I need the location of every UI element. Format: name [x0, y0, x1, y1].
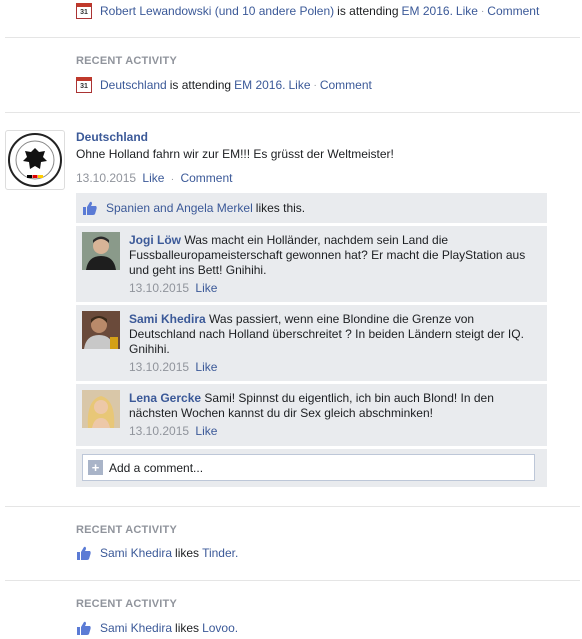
thumbs-up-icon	[83, 201, 97, 215]
like-link[interactable]: Like	[195, 360, 217, 374]
comment-date[interactable]: 13.10.2015	[129, 281, 189, 295]
activity-subject-link[interactable]: Sami Khedira	[100, 546, 172, 560]
like-link[interactable]: Like	[288, 78, 310, 92]
activity-like: Sami Khedira likes Tinder.	[76, 545, 238, 561]
comment-date[interactable]: 13.10.2015	[129, 424, 189, 438]
activity-like: Sami Khedira likes Lovoo.	[76, 620, 238, 636]
post-author[interactable]: Deutschland	[76, 130, 148, 144]
activity-verb: is attending	[169, 78, 232, 92]
comment-item: Sami Khedira Was passiert, wenn eine Blo…	[76, 305, 547, 381]
commenter-name[interactable]: Sami Khedira	[129, 312, 206, 326]
event-link[interactable]: EM 2016.	[402, 4, 453, 18]
comment-link[interactable]: Comment	[320, 78, 372, 92]
recent-activity-label: RECENT ACTIVITY	[76, 55, 177, 67]
likes-suffix: likes this.	[255, 201, 306, 215]
recent-activity-label: RECENT ACTIVITY	[76, 598, 177, 610]
activity-verb: likes	[175, 546, 200, 560]
comment-item: Lena Gercke Sami! Spinnst du eigentlich,…	[76, 384, 547, 446]
page-link[interactable]: Lovoo.	[202, 621, 238, 635]
separator-dot: ·	[480, 5, 485, 17]
likers-link[interactable]: Spanien and Angela Merkel	[106, 201, 253, 215]
post-avatar[interactable]	[5, 130, 65, 190]
activity-attending: 31 Deutschland is attending EM 2016. Lik…	[76, 77, 372, 93]
thumbs-up-icon	[77, 621, 91, 635]
divider	[5, 580, 580, 581]
dfb-crest-icon	[8, 133, 62, 187]
separator-dot: ·	[170, 174, 175, 185]
divider	[5, 37, 580, 38]
add-comment-placeholder: Add a comment...	[109, 460, 204, 475]
commenter-avatar[interactable]	[82, 232, 120, 270]
post-date[interactable]: 13.10.2015	[76, 171, 136, 185]
calendar-icon: 31	[76, 77, 92, 93]
recent-activity-label: RECENT ACTIVITY	[76, 524, 177, 536]
commenter-avatar[interactable]	[82, 390, 120, 428]
commenter-avatar[interactable]	[82, 311, 120, 349]
activity-subject-link[interactable]: Robert Lewandowski (und 10 andere Polen)	[100, 4, 334, 18]
comment-link[interactable]: Comment	[180, 171, 232, 185]
comment-item: Jogi Löw Was macht ein Holländer, nachde…	[76, 226, 547, 302]
add-comment-box: + Add a comment...	[76, 449, 547, 487]
calendar-icon: 31	[76, 3, 92, 19]
activity-top: 31 Robert Lewandowski (und 10 andere Pol…	[76, 3, 539, 19]
divider	[5, 112, 580, 113]
comment-text: Was macht ein Holländer, nachdem sein La…	[129, 233, 526, 277]
like-link[interactable]: Like	[195, 281, 217, 295]
add-comment-input[interactable]: + Add a comment...	[82, 454, 535, 481]
likes-summary: Spanien and Angela Merkel likes this.	[76, 193, 547, 223]
divider	[5, 506, 580, 507]
page-link[interactable]: Tinder.	[202, 546, 238, 560]
activity-verb: is attending	[337, 4, 399, 18]
commenter-name[interactable]: Jogi Löw	[129, 233, 181, 247]
separator-dot: ·	[313, 79, 317, 91]
event-link[interactable]: EM 2016.	[234, 78, 285, 92]
like-link[interactable]: Like	[456, 4, 478, 18]
post-text: Ohne Holland fahrn wir zur EM!!! Es grüs…	[76, 147, 394, 161]
thumbs-up-icon	[77, 546, 91, 560]
activity-verb: likes	[175, 621, 200, 635]
commenter-name[interactable]: Lena Gercke	[129, 391, 201, 405]
plus-icon: +	[88, 460, 103, 475]
like-link[interactable]: Like	[195, 424, 217, 438]
like-link[interactable]: Like	[142, 171, 164, 185]
activity-subject-link[interactable]: Sami Khedira	[100, 621, 172, 635]
post-meta: 13.10.2015 Like · Comment	[76, 171, 232, 185]
comment-date[interactable]: 13.10.2015	[129, 360, 189, 374]
comment-link[interactable]: Comment	[487, 4, 539, 18]
activity-subject-link[interactable]: Deutschland	[100, 78, 167, 92]
